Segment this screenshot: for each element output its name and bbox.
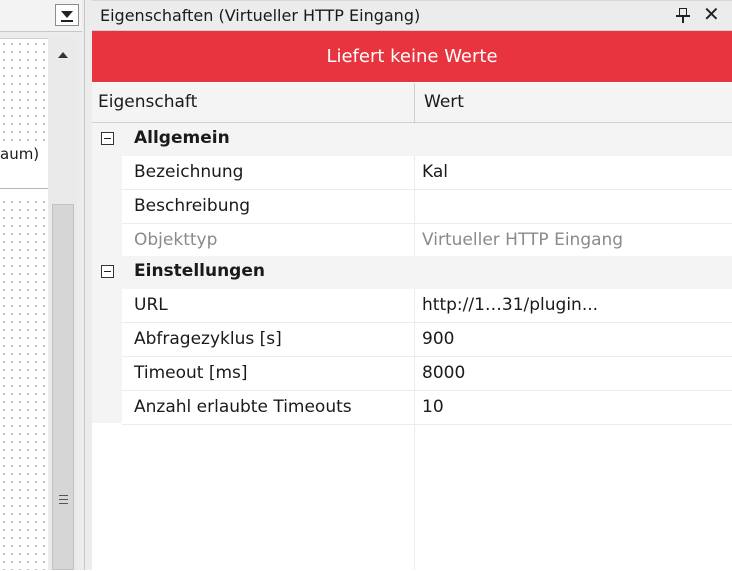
close-icon[interactable]: ✕ (703, 2, 720, 26)
panel-title: Eigenschaften (Virtueller HTTP Eingang) (100, 6, 421, 25)
property-name: Objekttyp (134, 230, 218, 250)
property-row-abfragezyklus[interactable]: Abfragezyklus [s] 900 (92, 323, 732, 357)
property-value-timeout[interactable]: 8000 (422, 363, 465, 383)
grid-header: Eigenschaft Wert (92, 83, 732, 123)
property-row-timeout[interactable]: Timeout [ms] 8000 (92, 357, 732, 391)
left-toolbar (0, 0, 82, 32)
dropdown-button[interactable] (55, 4, 79, 26)
property-name: URL (134, 295, 168, 315)
category-allgemein[interactable]: Allgemein (92, 123, 732, 156)
collapse-toggle-icon[interactable] (101, 265, 114, 278)
collapse-toggle-icon[interactable] (101, 132, 114, 145)
property-name: Abfragezyklus [s] (134, 329, 282, 349)
properties-panel: Eigenschaften (Virtueller HTTP Eingang) … (92, 0, 732, 570)
status-banner: Liefert keine Werte (92, 31, 732, 82)
grid-dots (0, 40, 48, 144)
property-grid: Eigenschaft Wert Allgemein Bezeichnung K… (92, 83, 732, 570)
column-resizer[interactable] (414, 83, 415, 123)
property-value-bezeichnung[interactable]: Kal (422, 162, 448, 182)
property-row-objekttyp[interactable]: Objekttyp Virtueller HTTP Eingang (92, 224, 732, 258)
scroll-thumb[interactable] (52, 204, 74, 570)
category-label: Allgemein (134, 128, 230, 148)
property-row-beschreibung[interactable]: Beschreibung (92, 190, 732, 224)
property-name: Timeout [ms] (134, 363, 248, 383)
grid-dots (0, 198, 48, 570)
panel-title-bar[interactable]: Eigenschaften (Virtueller HTTP Eingang) … (92, 0, 732, 31)
vertical-scrollbar[interactable] (49, 38, 77, 570)
property-name: Anzahl erlaubte Timeouts (134, 397, 352, 417)
property-row-anzahl-timeouts[interactable]: Anzahl erlaubte Timeouts 10 (92, 391, 732, 425)
scroll-up-arrow-icon (58, 52, 68, 58)
property-value-objekttyp: Virtueller HTTP Eingang (422, 230, 624, 250)
category-label: Einstellungen (134, 261, 265, 281)
property-value-url[interactable]: http://1…31/plugin... (422, 295, 598, 315)
chevron-down-icon (61, 11, 73, 18)
scroll-up-button[interactable] (54, 48, 72, 62)
column-header-property[interactable]: Eigenschaft (98, 92, 197, 112)
property-row-url[interactable]: URL http://1…31/plugin... (92, 289, 732, 323)
property-row-bezeichnung[interactable]: Bezeichnung Kal (92, 156, 732, 190)
column-header-value[interactable]: Wert (424, 92, 464, 112)
property-name: Beschreibung (134, 196, 251, 216)
property-value-anzahl-timeouts[interactable]: 10 (422, 397, 444, 417)
category-einstellungen[interactable]: Einstellungen (92, 256, 732, 289)
property-value-abfragezyklus[interactable]: 900 (422, 329, 454, 349)
left-pane: aum) (0, 0, 92, 571)
pane-border (84, 0, 85, 570)
grip-icon (59, 495, 68, 505)
canvas-item-label[interactable]: aum) (0, 145, 39, 163)
pin-icon[interactable] (676, 7, 690, 23)
property-name: Bezeichnung (134, 162, 244, 182)
divider (0, 188, 48, 189)
